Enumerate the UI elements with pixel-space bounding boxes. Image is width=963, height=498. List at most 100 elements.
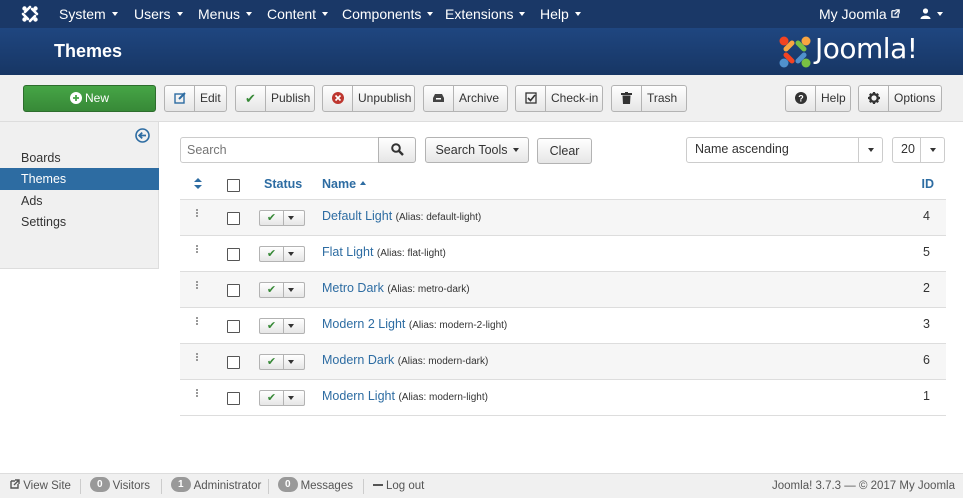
sidebar-item-boards[interactable]: Boards <box>0 147 159 169</box>
theme-name-link[interactable]: Modern Light <box>322 389 395 403</box>
edit-button-label: Edit <box>200 91 221 105</box>
caret-down-icon[interactable] <box>288 252 294 256</box>
theme-name-link[interactable]: Flat Light <box>322 245 373 259</box>
publish-button[interactable]: ✔ Publish <box>235 85 315 112</box>
caret-down-icon[interactable] <box>288 360 294 364</box>
joomla-logo-icon[interactable] <box>21 5 39 23</box>
row-checkbox[interactable] <box>227 320 240 333</box>
published-check-icon[interactable]: ✔ <box>260 391 284 405</box>
gear-icon <box>859 86 889 111</box>
status-toggle[interactable]: ✔ <box>259 390 305 406</box>
row-checkbox[interactable] <box>227 356 240 369</box>
copyright: Joomla! 3.7.3 — © 2017 My Joomla <box>772 480 955 492</box>
caret-down-icon <box>574 12 581 17</box>
menu-extensions[interactable]: Extensions <box>445 0 526 28</box>
user-menu[interactable] <box>920 0 943 28</box>
status-toggle[interactable]: ✔ <box>259 354 305 370</box>
minus-icon <box>373 483 383 486</box>
published-check-icon[interactable]: ✔ <box>260 211 284 225</box>
row-checkbox[interactable] <box>227 248 240 261</box>
drag-handle-icon[interactable] <box>196 389 199 398</box>
drag-handle-icon[interactable] <box>196 353 199 362</box>
name-column-header[interactable]: Name <box>322 172 367 199</box>
help-button[interactable]: ? Help <box>785 85 851 112</box>
options-button[interactable]: Options <box>858 85 942 112</box>
footer-divider <box>161 479 162 494</box>
sidebar-item-settings[interactable]: Settings <box>0 211 159 233</box>
limit-value: 20 <box>901 142 915 156</box>
theme-name-cell: Metro Dark (Alias: metro-dark) <box>322 281 470 295</box>
caret-down-icon[interactable] <box>288 396 294 400</box>
limit-select[interactable]: 20 <box>892 137 945 163</box>
published-check-icon[interactable]: ✔ <box>260 319 284 333</box>
logout-link[interactable]: Log out <box>373 474 424 498</box>
status-toggle[interactable]: ✔ <box>259 318 305 334</box>
search-icon <box>390 143 404 157</box>
drag-handle-icon[interactable] <box>196 281 199 290</box>
search-input[interactable] <box>187 139 377 161</box>
view-site-label: View Site <box>23 480 71 492</box>
menu-users[interactable]: Users <box>134 0 183 28</box>
sidebar-item-themes[interactable]: Themes <box>0 168 159 190</box>
ordering-value: Name ascending <box>695 142 789 156</box>
caret-down-icon[interactable] <box>288 288 294 292</box>
id-column-header[interactable]: ID <box>922 172 935 199</box>
unpublish-button[interactable]: Unpublish <box>322 85 415 112</box>
status-column-header[interactable]: Status <box>264 172 302 199</box>
menu-content-label: Content <box>267 6 317 22</box>
theme-name-link[interactable]: Modern Dark <box>322 353 394 367</box>
search-field <box>180 137 379 163</box>
drag-handle-icon[interactable] <box>196 245 199 254</box>
theme-alias: (Alias: flat-light) <box>376 248 446 259</box>
menu-system[interactable]: System <box>59 0 118 28</box>
menu-components[interactable]: Components <box>342 0 434 28</box>
edit-button[interactable]: Edit <box>164 85 227 112</box>
clear-button[interactable]: Clear <box>537 138 592 164</box>
status-toggle[interactable]: ✔ <box>259 210 305 226</box>
collapse-sidebar-icon[interactable] <box>135 128 150 143</box>
theme-alias: (Alias: modern-light) <box>398 392 488 403</box>
caret-down-icon <box>937 12 943 17</box>
sidebar-item-ads[interactable]: Ads <box>0 190 159 212</box>
status-toggle[interactable]: ✔ <box>259 282 305 298</box>
published-check-icon[interactable]: ✔ <box>260 247 284 261</box>
caret-down-icon <box>111 12 118 17</box>
row-checkbox[interactable] <box>227 284 240 297</box>
theme-name-link[interactable]: Metro Dark <box>322 281 384 295</box>
admin-label: Administrator <box>193 480 262 492</box>
view-site-link[interactable]: View Site <box>10 474 71 498</box>
site-link[interactable]: My Joomla <box>819 0 900 28</box>
drag-handle-icon[interactable] <box>196 317 199 326</box>
published-check-icon[interactable]: ✔ <box>260 283 284 297</box>
new-button[interactable]: New <box>23 85 156 112</box>
status-footer: View Site 0 Visitors 1 Administrator 0 Mess… <box>0 473 963 498</box>
ordering-select[interactable]: Name ascending <box>686 137 883 163</box>
row-checkbox[interactable] <box>227 392 240 405</box>
search-tools-button[interactable]: Search Tools <box>425 137 529 163</box>
menu-help[interactable]: Help <box>540 0 581 28</box>
drag-handle-icon[interactable] <box>196 209 199 218</box>
table-row: ✔ Modern Light (Alias: modern-light) 1 <box>180 379 946 415</box>
checkin-button[interactable]: Check-in <box>515 85 603 112</box>
menu-content[interactable]: Content <box>267 0 329 28</box>
status-toggle[interactable]: ✔ <box>259 246 305 262</box>
select-all-checkbox[interactable] <box>227 179 240 192</box>
caret-down-icon <box>322 12 329 17</box>
published-check-icon[interactable]: ✔ <box>260 355 284 369</box>
menu-menus[interactable]: Menus <box>198 0 253 28</box>
trash-button[interactable]: Trash <box>611 85 687 112</box>
messages-status[interactable]: 0 Messages <box>278 474 353 498</box>
caret-down-icon[interactable] <box>288 324 294 328</box>
table-row: ✔ Metro Dark (Alias: metro-dark) 2 <box>180 271 946 307</box>
sidebar: Boards Themes Ads Settings <box>0 122 159 269</box>
search-button[interactable] <box>378 137 416 163</box>
sort-ordering-icon[interactable] <box>194 178 202 189</box>
archive-button[interactable]: Archive <box>423 85 508 112</box>
row-checkbox[interactable] <box>227 212 240 225</box>
help-icon: ? <box>786 86 816 111</box>
checkin-icon <box>516 86 546 111</box>
theme-name-link[interactable]: Modern 2 Light <box>322 317 405 331</box>
caret-down-icon[interactable] <box>288 216 294 220</box>
name-column-label: Name <box>322 177 357 191</box>
theme-name-link[interactable]: Default Light <box>322 209 392 223</box>
